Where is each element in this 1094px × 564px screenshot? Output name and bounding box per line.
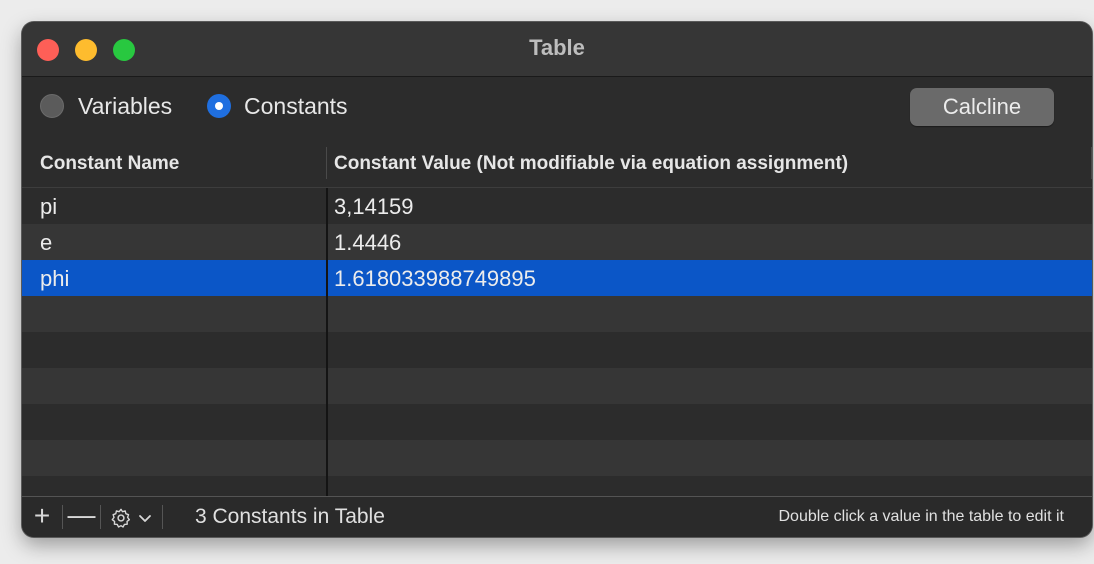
window-title: Table	[529, 35, 585, 60]
variables-radio[interactable]	[40, 94, 64, 118]
cell-constant-name[interactable]: e	[40, 230, 52, 256]
table-body: pi 3,14159 e 1.4446 phi 1.61803398874989…	[22, 188, 1092, 497]
gear-icon	[110, 506, 138, 528]
table-row[interactable]: pi 3,14159	[22, 188, 1092, 224]
constants-table: Constant Name Constant Value (Not modifi…	[22, 137, 1092, 497]
cell-constant-value[interactable]: 1.618033988749895	[334, 266, 536, 292]
cell-constant-name[interactable]: phi	[40, 266, 69, 292]
constants-radio-label[interactable]: Constants	[244, 93, 348, 120]
column-separator-end	[1091, 147, 1092, 179]
footer-bar: + — 3 Constants in Table Double click a …	[22, 496, 1092, 537]
table-row-selected[interactable]: phi 1.618033988749895	[22, 260, 1092, 296]
cell-constant-value[interactable]: 1.4446	[334, 230, 401, 256]
status-count: 3 Constants in Table	[195, 505, 385, 528]
table-window: Table Variables Constants Calcline Const…	[22, 22, 1092, 537]
chevron-down-icon	[138, 506, 152, 528]
empty-row	[22, 404, 1092, 440]
empty-row	[22, 368, 1092, 404]
cell-constant-value[interactable]: 3,14159	[334, 194, 414, 220]
column-separator[interactable]	[326, 147, 327, 179]
column-header-name[interactable]: Constant Name	[40, 153, 179, 175]
constants-radio[interactable]	[207, 94, 231, 118]
empty-row	[22, 296, 1092, 332]
toolbar: Variables Constants Calcline	[22, 77, 1092, 137]
calcline-button[interactable]: Calcline	[910, 88, 1054, 126]
table-row[interactable]: e 1.4446	[22, 224, 1092, 260]
remove-constant-button[interactable]: —	[63, 497, 100, 537]
add-constant-button[interactable]: +	[22, 497, 62, 537]
variables-radio-label[interactable]: Variables	[78, 93, 172, 120]
empty-row	[22, 332, 1092, 368]
status-hint: Double click a value in the table to edi…	[778, 508, 1065, 525]
table-header: Constant Name Constant Value (Not modifi…	[22, 137, 1092, 188]
footer-separator	[162, 505, 163, 529]
empty-row	[22, 440, 1092, 476]
column-divider	[326, 188, 328, 497]
title-bar[interactable]: Table	[22, 22, 1092, 77]
cell-constant-name[interactable]: pi	[40, 194, 57, 220]
action-menu-button[interactable]	[101, 497, 161, 537]
column-header-value[interactable]: Constant Value (Not modifiable via equat…	[334, 153, 848, 175]
